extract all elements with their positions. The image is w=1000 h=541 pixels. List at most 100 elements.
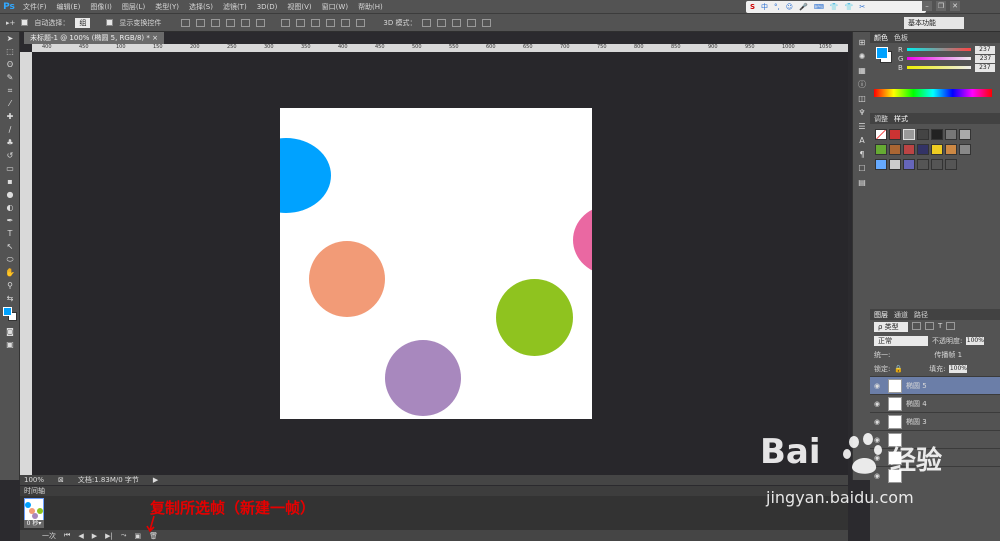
ime-tools-icon[interactable]: ✂ <box>859 3 865 11</box>
visibility-eye-icon[interactable]: ◉ <box>874 382 884 390</box>
loop-dropdown[interactable]: 一次 <box>42 531 56 541</box>
move-tool-icon[interactable]: ▸+ <box>6 19 15 27</box>
style-swatch[interactable] <box>875 129 887 140</box>
libraries-icon[interactable]: ▤ <box>853 176 871 190</box>
style-swatch[interactable] <box>959 129 971 140</box>
ellipse-tool-icon[interactable]: ⬭ <box>0 253 20 266</box>
color-swatches[interactable] <box>0 305 19 325</box>
menu-edit[interactable]: 编辑(E) <box>52 0 86 14</box>
quick-select-tool-icon[interactable]: ✎ <box>0 71 20 84</box>
first-frame-icon[interactable]: ⏮ <box>64 531 70 540</box>
marquee-tool-icon[interactable]: ⬚ <box>0 45 20 58</box>
prev-frame-icon[interactable]: ◀ <box>78 532 83 540</box>
style-swatch[interactable] <box>875 159 887 170</box>
menu-window[interactable]: 窗口(W) <box>317 0 353 14</box>
layer-row[interactable]: ◉ 椭圆 3 <box>870 412 1000 430</box>
brush-icon[interactable]: ♆ <box>853 106 871 120</box>
style-swatch[interactable] <box>917 144 929 155</box>
menu-view[interactable]: 视图(V) <box>282 0 316 14</box>
style-swatch[interactable] <box>945 129 957 140</box>
zoom-level[interactable]: 100% <box>24 476 44 484</box>
style-swatch[interactable] <box>903 129 915 140</box>
color-spectrum[interactable] <box>874 89 992 97</box>
align-right-icon[interactable] <box>256 18 266 27</box>
style-swatch[interactable] <box>917 159 929 170</box>
style-swatch[interactable] <box>959 144 971 155</box>
notes-icon[interactable]: ☐ <box>853 162 871 176</box>
distribute-left-icon[interactable] <box>326 18 336 27</box>
auto-select-dropdown[interactable]: 组 <box>75 17 91 28</box>
hand-tool-icon[interactable]: ✋ <box>0 266 20 279</box>
fill-value[interactable]: 100% <box>949 365 968 373</box>
lasso-tool-icon[interactable]: ʘ <box>0 58 20 71</box>
pen-tool-icon[interactable]: ✒ <box>0 214 20 227</box>
character-icon[interactable]: A <box>853 134 871 148</box>
eraser-tool-icon[interactable]: ▭ <box>0 162 20 175</box>
history-icon[interactable]: ⊞ <box>853 36 871 50</box>
r-value[interactable]: 237 <box>974 45 995 54</box>
3d-scale-icon[interactable] <box>482 18 492 27</box>
screen-mode-icon[interactable]: ▣ <box>0 338 20 351</box>
show-transform-checkbox[interactable] <box>106 19 114 26</box>
3d-pan-icon[interactable] <box>452 18 462 27</box>
foreground-color[interactable] <box>3 307 12 316</box>
align-center-icon[interactable] <box>241 18 251 27</box>
ime-keyboard-icon[interactable]: ⌨ <box>814 3 824 11</box>
3d-slide-icon[interactable] <box>467 18 477 27</box>
3d-roll-icon[interactable] <box>437 18 447 27</box>
tab-swatches[interactable]: 色板 <box>894 33 908 43</box>
info-icon[interactable]: ⓘ <box>853 78 871 92</box>
crop-tool-icon[interactable]: ⌗ <box>0 84 20 97</box>
layer-row[interactable]: ◉ 椭圆 4 <box>870 394 1000 412</box>
duplicate-frame-icon[interactable]: ▣ <box>134 532 141 540</box>
distribute-right-icon[interactable] <box>356 18 366 27</box>
visibility-eye-icon[interactable]: ◉ <box>874 400 884 408</box>
style-swatch[interactable] <box>931 129 943 140</box>
filter-pixel-icon[interactable] <box>912 322 921 330</box>
minimize-icon[interactable]: – <box>922 1 932 11</box>
auto-select-checkbox[interactable] <box>21 19 29 26</box>
tab-adjustments[interactable]: 调整 <box>874 114 888 124</box>
align-bottom-icon[interactable] <box>211 18 221 27</box>
frame-delay[interactable]: 0 秒▾ <box>24 520 44 528</box>
adjustments-icon[interactable]: ◫ <box>853 92 871 106</box>
style-swatch[interactable] <box>903 144 915 155</box>
status-arrow-icon[interactable]: ▶ <box>153 476 158 484</box>
clone-stamp-icon[interactable]: ♣ <box>0 136 20 149</box>
distribute-top-icon[interactable] <box>281 18 291 27</box>
filter-type-icon[interactable]: T <box>938 322 942 332</box>
b-slider[interactable] <box>906 66 971 69</box>
align-top-icon[interactable] <box>181 18 191 27</box>
menu-image[interactable]: 图像(I) <box>85 0 117 14</box>
type-tool-icon[interactable]: T <box>0 227 20 240</box>
style-swatch[interactable] <box>931 144 943 155</box>
menu-file[interactable]: 文件(F) <box>18 0 52 14</box>
blend-mode-dropdown[interactable]: 正常 <box>874 336 928 346</box>
close-icon[interactable]: ✕ <box>950 1 960 11</box>
blue-circle[interactable] <box>280 138 331 213</box>
style-swatch[interactable] <box>945 144 957 155</box>
zoom-tool-icon[interactable]: ⚲ <box>0 279 20 292</box>
green-circle[interactable] <box>496 279 573 356</box>
b-value[interactable]: 237 <box>974 63 995 72</box>
ime-voice-icon[interactable]: 🎤 <box>799 3 808 11</box>
purple-circle[interactable] <box>385 340 461 416</box>
style-swatch[interactable] <box>903 159 915 170</box>
history-brush-icon[interactable]: ↺ <box>0 149 20 162</box>
tween-icon[interactable]: ⤳ <box>121 531 127 540</box>
menu-layer[interactable]: 图层(L) <box>117 0 150 14</box>
close-tab-icon[interactable]: × <box>152 34 158 42</box>
ime-skin-icon[interactable]: 👕 <box>830 3 839 11</box>
swatches-icon[interactable]: ▦ <box>853 64 871 78</box>
ime-shirt-icon[interactable]: 👕 <box>845 3 854 11</box>
style-swatch[interactable] <box>889 129 901 140</box>
workspace-dropdown[interactable]: 基本功能 <box>904 17 964 29</box>
color-swap-icon[interactable]: ⇆ <box>0 292 20 305</box>
color-icon[interactable]: ✺ <box>853 50 871 64</box>
blur-tool-icon[interactable]: ● <box>0 188 20 201</box>
restore-icon[interactable]: ❐ <box>936 1 946 11</box>
quick-mask-icon[interactable]: ◙ <box>0 325 20 338</box>
document-tab[interactable]: 未标题-1 @ 100% (椭圆 5, RGB/8) * × <box>24 32 164 44</box>
play-icon[interactable]: ▶ <box>92 532 97 540</box>
brush-tool-icon[interactable]: ∕ <box>0 123 20 136</box>
